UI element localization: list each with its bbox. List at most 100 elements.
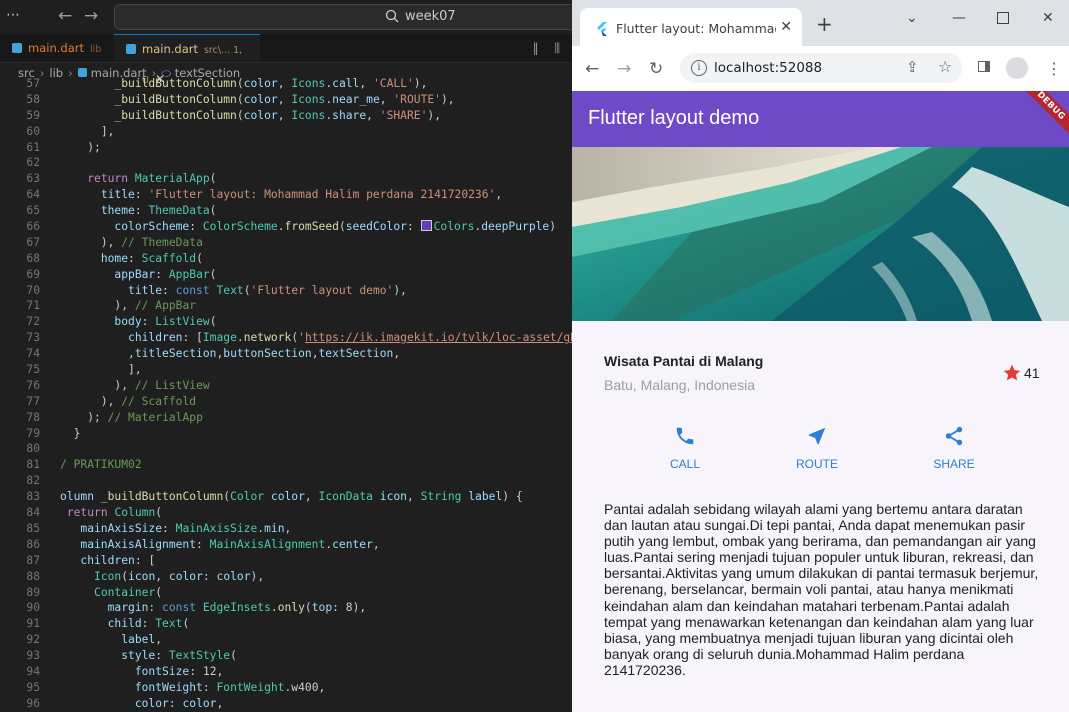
code-line[interactable]: 88 Icon(icon, color: color), bbox=[0, 569, 572, 585]
code-line[interactable]: 72 body: ListView( bbox=[0, 314, 572, 330]
line-number: 77 bbox=[26, 394, 40, 408]
code-line[interactable]: 82 bbox=[0, 473, 572, 489]
back-arrow-icon[interactable]: ← bbox=[58, 6, 72, 26]
back-arrow-icon[interactable]: ← bbox=[585, 59, 599, 79]
close-icon[interactable]: ✕ bbox=[780, 19, 792, 35]
code-line[interactable]: 84 return Column( bbox=[0, 505, 572, 521]
code-line[interactable]: 69 appBar: AppBar( bbox=[0, 267, 572, 283]
line-number: 73 bbox=[26, 331, 40, 345]
line-number: 63 bbox=[26, 172, 40, 186]
tab-label: main.dart bbox=[28, 41, 84, 55]
browser-tab[interactable]: Flutter layout: Mohammad H ✕ bbox=[580, 8, 802, 46]
place-location: Batu, Malang, Indonesia bbox=[604, 377, 755, 393]
code-line[interactable]: 60 ], bbox=[0, 124, 572, 140]
code-text: ], bbox=[128, 363, 142, 377]
line-number: 71 bbox=[26, 299, 40, 313]
close-window-icon[interactable]: ✕ bbox=[1042, 10, 1054, 26]
code-line[interactable]: 70 title: const Text('Flutter layout dem… bbox=[0, 283, 572, 299]
tab-label: main.dart bbox=[142, 42, 198, 56]
bookmark-star-icon[interactable]: ☆ bbox=[938, 57, 952, 76]
code-line[interactable]: 90 margin: const EdgeInsets.only(top: 8)… bbox=[0, 600, 572, 616]
route-button[interactable]: ROUTE bbox=[782, 425, 852, 471]
line-number: 67 bbox=[26, 235, 40, 249]
forward-arrow-icon[interactable]: → bbox=[617, 59, 631, 79]
line-number: 66 bbox=[26, 220, 40, 234]
code-line[interactable]: 86 mainAxisAlignment: MainAxisAlignment.… bbox=[0, 537, 572, 553]
code-text: children: [ bbox=[80, 553, 156, 567]
code-line[interactable]: 80 bbox=[0, 441, 572, 457]
code-text: margin: const EdgeInsets.only(top: 8), bbox=[107, 601, 367, 615]
menu-icon[interactable]: ⋯ bbox=[6, 7, 21, 23]
code-text: ); // MaterialApp bbox=[87, 410, 203, 424]
code-line[interactable]: 59 _buildButtonColumn(color, Icons.share… bbox=[0, 108, 572, 124]
code-line[interactable]: 79 } bbox=[0, 426, 572, 442]
code-line[interactable]: 89 Container( bbox=[0, 585, 572, 601]
tab-main-dart-src[interactable]: main.dart src\... 1, U ✕ bbox=[114, 34, 260, 86]
line-number: 86 bbox=[26, 537, 40, 551]
code-line[interactable]: 64 title: 'Flutter layout: Mohammad Hali… bbox=[0, 187, 572, 203]
code-line[interactable]: 57 _buildButtonColumn(color, Icons.call,… bbox=[0, 76, 572, 92]
code-text: style: TextStyle( bbox=[121, 649, 237, 663]
code-line[interactable]: 95 fontWeight: FontWeight.w400, bbox=[0, 680, 572, 696]
share-button[interactable]: SHARE bbox=[919, 425, 989, 471]
tab-path: src\... bbox=[203, 45, 231, 56]
code-line[interactable]: 71 ), // AppBar bbox=[0, 298, 572, 314]
line-number: 91 bbox=[26, 617, 40, 631]
line-number: 64 bbox=[26, 188, 40, 202]
code-line[interactable]: 77 ), // Scaffold bbox=[0, 394, 572, 410]
code-editor[interactable]: 57 _buildButtonColumn(color, Icons.call,… bbox=[0, 76, 572, 712]
editor-tabs: main.dart lib main.dart src\... 1, U ✕ ‖ ⫼ bbox=[0, 34, 572, 86]
code-line[interactable]: 66 colorScheme: ColorScheme.fromSeed(see… bbox=[0, 219, 572, 235]
app-bar-title: Flutter layout demo bbox=[588, 107, 760, 129]
line-number: 69 bbox=[26, 267, 40, 281]
profile-avatar-icon[interactable] bbox=[1006, 57, 1028, 79]
maximize-icon[interactable] bbox=[997, 12, 1009, 24]
code-line[interactable]: 61 ); bbox=[0, 140, 572, 156]
code-line[interactable]: 87 children: [ bbox=[0, 553, 572, 569]
chevron-down-icon[interactable]: ⌄ bbox=[906, 10, 918, 26]
code-text: Container( bbox=[94, 585, 163, 599]
code-line[interactable]: 58 _buildButtonColumn(color, Icons.near_… bbox=[0, 92, 572, 108]
code-text: _buildButtonColumn(color, Icons.share, '… bbox=[114, 108, 442, 122]
minimize-icon[interactable]: — bbox=[952, 10, 966, 26]
forward-arrow-icon[interactable]: → bbox=[84, 6, 98, 26]
code-text: mainAxisAlignment: MainAxisAlignment.cen… bbox=[80, 537, 380, 551]
code-line[interactable]: 83 olumn _buildButtonColumn(Color color, … bbox=[0, 489, 572, 505]
code-line[interactable]: 65 theme: ThemeData( bbox=[0, 203, 572, 219]
code-text: children: [Image.network('https://ik.ima… bbox=[128, 331, 572, 345]
call-icon bbox=[676, 427, 694, 445]
editor-actions[interactable]: ‖ ⫼ bbox=[533, 41, 566, 56]
share-page-icon[interactable]: ⇪ bbox=[906, 58, 919, 76]
code-line[interactable]: 92 label, bbox=[0, 632, 572, 648]
code-line[interactable]: 93 style: TextStyle( bbox=[0, 648, 572, 664]
call-button[interactable]: CALL bbox=[650, 425, 720, 471]
code-line[interactable]: 85 mainAxisSize: MainAxisSize.min, bbox=[0, 521, 572, 537]
code-line[interactable]: 68 home: Scaffold( bbox=[0, 251, 572, 267]
code-line[interactable]: 73 children: [Image.network('https://ik.… bbox=[0, 330, 572, 346]
more-menu-icon[interactable]: ⋮ bbox=[1046, 59, 1062, 78]
reload-icon[interactable]: ↻ bbox=[649, 59, 663, 79]
line-number: 83 bbox=[26, 490, 40, 504]
code-line[interactable]: 67 ), // ThemeData bbox=[0, 235, 572, 251]
code-line[interactable]: 62 bbox=[0, 155, 572, 171]
url-bar[interactable]: i localhost:52088 ⇪ ☆ bbox=[680, 53, 962, 83]
code-line[interactable]: 91 child: Text( bbox=[0, 616, 572, 632]
tab-main-dart-lib[interactable]: main.dart lib bbox=[0, 34, 110, 62]
command-center-search[interactable]: week07 bbox=[114, 4, 572, 30]
side-panel-icon[interactable] bbox=[978, 61, 990, 72]
new-tab-icon[interactable]: + bbox=[816, 14, 833, 34]
code-line[interactable]: 96 color: color, bbox=[0, 696, 572, 712]
line-number: 85 bbox=[26, 521, 40, 535]
line-number: 79 bbox=[26, 426, 40, 440]
code-line[interactable]: 75 ], bbox=[0, 362, 572, 378]
code-line[interactable]: 63 return MaterialApp( bbox=[0, 171, 572, 187]
info-icon[interactable]: i bbox=[691, 60, 707, 76]
code-line[interactable]: 74 ,titleSection,buttonSection,textSecti… bbox=[0, 346, 572, 362]
code-line[interactable]: 94 fontSize: 12, bbox=[0, 664, 572, 680]
code-line[interactable]: 76 ), // ListView bbox=[0, 378, 572, 394]
code-line[interactable]: 78 ); // MaterialApp bbox=[0, 410, 572, 426]
code-text: ), // Scaffold bbox=[100, 394, 197, 408]
line-number: 82 bbox=[26, 474, 40, 488]
line-number: 81 bbox=[26, 458, 40, 472]
code-line[interactable]: 81 / PRATIKUM02 bbox=[0, 457, 572, 473]
